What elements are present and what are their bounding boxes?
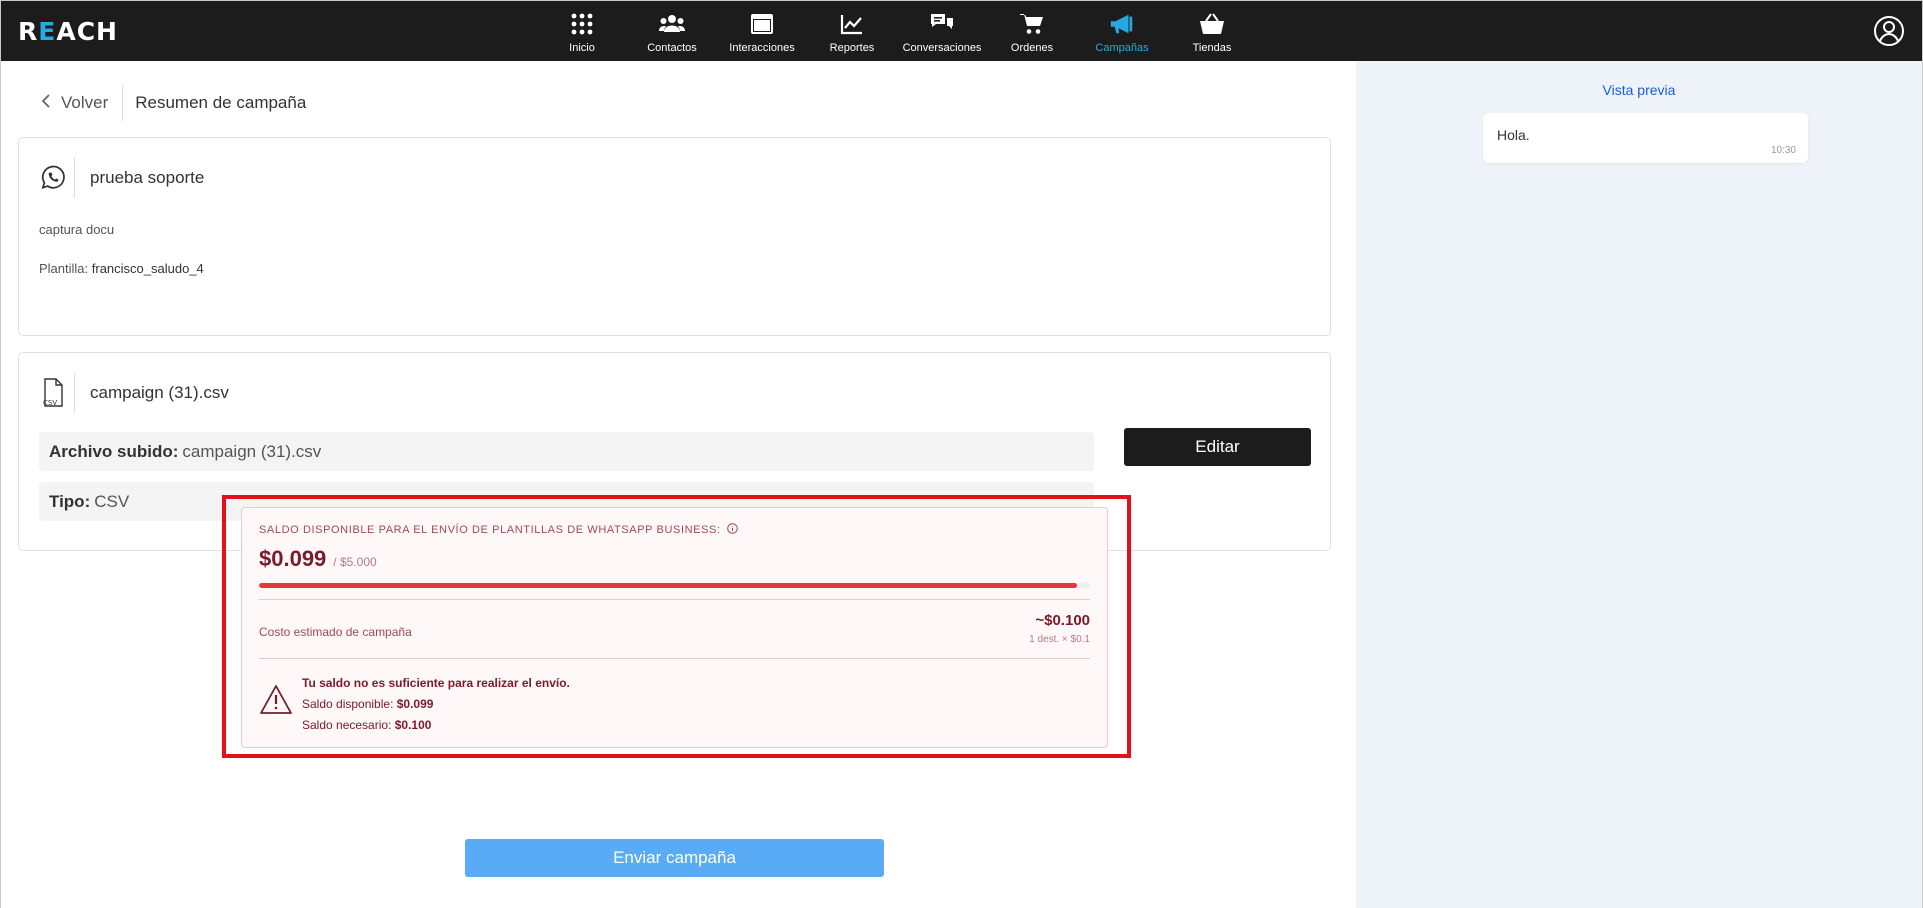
needed-label: Saldo necesario:: [302, 718, 392, 732]
cost-value: ~$0.100: [1035, 612, 1090, 629]
back-button[interactable]: Volver: [41, 85, 124, 121]
campaign-header: prueba soporte: [39, 158, 204, 198]
balance-progress-bar: [259, 583, 1090, 588]
cost-detail: 1 dest. × $0.1: [1029, 634, 1090, 645]
breadcrumb: Volver Resumen de campaña: [41, 85, 306, 121]
campaign-summary-panel: Volver Resumen de campaña prueba soporte…: [1, 61, 1356, 908]
insufficient-balance-warning: Tu saldo no es suficiente para realizar …: [302, 673, 570, 736]
main-nav: Inicio Contactos Interacciones Reportes: [537, 1, 1257, 61]
user-account-icon[interactable]: [1873, 15, 1905, 47]
cost-label: Costo estimado de campaña: [259, 625, 412, 639]
nav-label: Inicio: [569, 42, 595, 54]
message-time: 10:30: [1770, 145, 1796, 156]
send-campaign-button[interactable]: Enviar campaña: [465, 839, 884, 877]
megaphone-icon: [1109, 12, 1135, 36]
file-name: campaign (31).csv: [90, 383, 229, 402]
top-navbar: REACH Inicio Contactos Interacciones Rep…: [1, 1, 1922, 61]
nav-item-interacciones[interactable]: Interacciones: [717, 1, 807, 61]
info-icon[interactable]: [726, 523, 738, 537]
file-type-label: Tipo:: [49, 491, 91, 511]
reach-logo[interactable]: REACH: [18, 17, 118, 46]
preview-title: Vista previa: [1602, 82, 1676, 98]
warning-title: Tu saldo no es suficiente para realizar …: [302, 676, 570, 690]
message-bubble: Hola. 10:30: [1483, 113, 1808, 163]
file-header: CSV campaign (31).csv: [39, 373, 229, 413]
nav-item-ordenes[interactable]: Ordenes: [987, 1, 1077, 61]
nav-label: Contactos: [647, 42, 697, 54]
campaign-description: captura docu: [39, 222, 115, 237]
chat-bubbles-icon: [929, 12, 955, 36]
template-info: Plantilla: francisco_saludo_4: [39, 261, 204, 276]
nav-label: Reportes: [829, 42, 875, 54]
template-label: Plantilla:: [39, 261, 89, 276]
nav-item-reportes[interactable]: Reportes: [807, 1, 897, 61]
preview-panel: Vista previa Hola. 10:30: [1356, 61, 1922, 908]
nav-item-campanas[interactable]: Campañas: [1077, 1, 1167, 61]
nav-item-tiendas[interactable]: Tiendas: [1167, 1, 1257, 61]
page-title: Resumen de campaña: [135, 93, 307, 112]
available-balance: $0.099: [259, 546, 327, 571]
available-label: Saldo disponible:: [302, 697, 394, 711]
balance-title: SALDO DISPONIBLE PARA EL ENVÍO DE PLANTI…: [259, 523, 738, 537]
uploaded-file-label: Archivo subido:: [49, 441, 179, 461]
nav-item-contactos[interactable]: Contactos: [627, 1, 717, 61]
nav-label: Conversaciones: [902, 42, 982, 54]
window-icon: [749, 12, 775, 36]
nav-item-inicio[interactable]: Inicio: [537, 1, 627, 61]
nav-item-conversaciones[interactable]: Conversaciones: [897, 1, 987, 61]
available-value: $0.099: [396, 697, 434, 711]
whatsapp-icon: [39, 158, 75, 198]
nav-label: Ordenes: [1010, 42, 1054, 54]
divider: [259, 599, 1090, 600]
template-name: francisco_saludo_4: [91, 261, 204, 276]
nav-label: Interacciones: [729, 42, 795, 54]
balance-title-text: SALDO DISPONIBLE PARA EL ENVÍO DE PLANTI…: [259, 524, 721, 536]
available-line: Saldo disponible: $0.099: [302, 694, 570, 715]
cart-icon: [1019, 12, 1045, 36]
file-type-value: CSV: [94, 491, 130, 511]
balance-panel: SALDO DISPONIBLE PARA EL ENVÍO DE PLANTI…: [241, 507, 1108, 748]
basket-icon: [1199, 12, 1225, 36]
grid-icon: [569, 12, 595, 36]
nav-label: Tiendas: [1192, 42, 1232, 54]
csv-file-icon: CSV: [39, 373, 75, 413]
svg-text:CSV: CSV: [43, 399, 57, 407]
balance-total: / $5.000: [333, 555, 377, 569]
chart-line-icon: [839, 12, 865, 36]
balance-progress-fill: [259, 583, 1077, 588]
nav-label: Campañas: [1095, 42, 1149, 54]
back-label: Volver: [61, 93, 109, 112]
divider: [259, 658, 1090, 659]
campaign-name: prueba soporte: [90, 168, 205, 187]
balance-amount: $0.099 / $5.000: [259, 546, 377, 572]
campaign-info-card: prueba soporte captura docu Plantilla: f…: [18, 137, 1331, 336]
chevron-left-icon: [41, 93, 51, 114]
edit-button[interactable]: Editar: [1124, 428, 1311, 466]
people-icon: [659, 12, 685, 36]
uploaded-file-value: campaign (31).csv: [182, 441, 322, 461]
needed-line: Saldo necesario: $0.100: [302, 715, 570, 736]
message-text: Hola.: [1497, 127, 1530, 143]
warning-triangle-icon: [259, 684, 293, 716]
needed-value: $0.100: [394, 718, 432, 732]
uploaded-file-field: Archivo subido: campaign (31).csv: [39, 432, 1094, 471]
